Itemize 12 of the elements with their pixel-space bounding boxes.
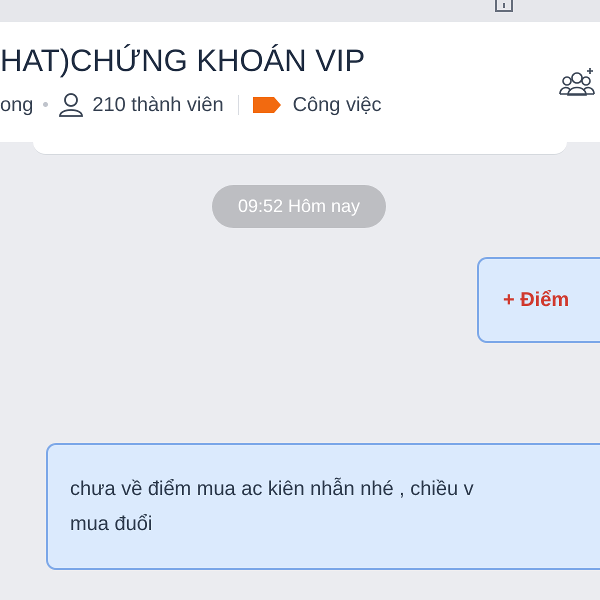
add-member-icon[interactable] — [558, 67, 596, 97]
member-count[interactable]: 210 thành viên — [92, 90, 224, 120]
dot-separator — [43, 102, 48, 107]
status-text: ong — [0, 92, 34, 118]
message-text: + Điểm — [503, 288, 570, 313]
tag-label[interactable]: Công việc — [292, 90, 382, 120]
group-title: HAT)CHỨNG KHOÁN VIP — [0, 44, 366, 76]
person-icon — [58, 92, 84, 116]
message-text: mua đuổi — [70, 512, 154, 537]
info-icon[interactable] — [494, 0, 514, 13]
timestamp-pill: 09:52 Hôm nay — [212, 185, 386, 228]
message-text: chưa về điểm mua ac kiên nhẫn nhé , chiều v — [70, 476, 475, 502]
